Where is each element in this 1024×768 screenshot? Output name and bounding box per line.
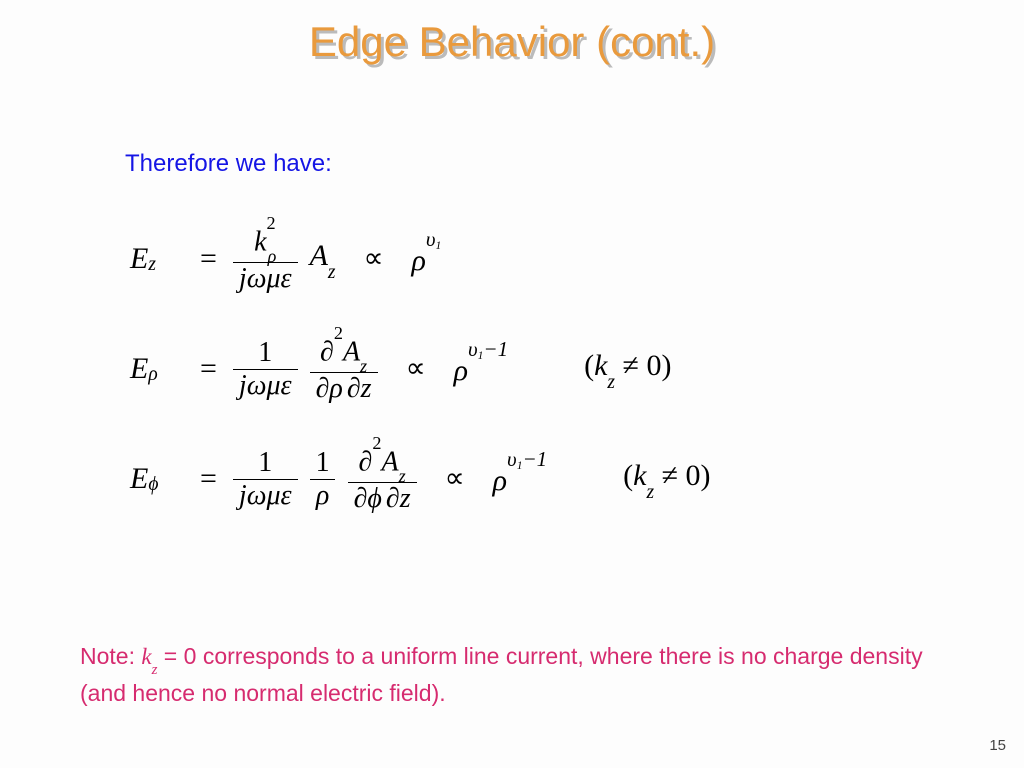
slide: Edge Behavior (cont.) Edge Behavior (con… <box>0 0 1024 768</box>
den-drho: ∂ρ <box>316 373 343 404</box>
title-area: Edge Behavior (cont.) Edge Behavior (con… <box>0 18 1024 66</box>
note-rest: corresponds to a uniform line current, w… <box>80 643 923 706</box>
note-prefix: Note: <box>80 643 141 669</box>
sub-z: z <box>399 466 406 486</box>
den-dphi: ∂ϕ <box>354 483 382 514</box>
var-rho: ρ <box>493 464 507 497</box>
den-jwme: jωμε <box>233 479 298 510</box>
note-rel: = 0 <box>157 643 196 669</box>
propto-sign: ∝ <box>406 355 426 383</box>
sub-phi: ϕ <box>148 475 158 495</box>
equations-block: Ez = k2ρ jωμε Az ∝ ρυ1 Eρ = <box>130 200 890 554</box>
sup-2: 2 <box>267 213 276 233</box>
slide-title: Edge Behavior (cont.) <box>0 18 1024 66</box>
exp-minus-1: −1 <box>483 337 508 361</box>
fraction-1-jwme: 1 jωμε <box>233 449 298 510</box>
den-jwme: jωμε <box>233 369 298 400</box>
num-1: 1 <box>252 339 278 369</box>
equation-erho: Eρ = 1 jωμε ∂2Az ∂ρ∂z ∝ ρυ1−1 (kz ≠ 0) <box>130 334 890 404</box>
num-1: 1 <box>310 449 336 479</box>
sub-z: z <box>607 372 615 393</box>
partial-sym: ∂ <box>320 336 334 367</box>
var-A: A <box>310 239 328 272</box>
equation-ez: Ez = k2ρ jωμε Az ∝ ρυ1 <box>130 224 890 294</box>
var-rho: ρ <box>454 354 468 387</box>
fraction-d2A-drhodz: ∂2Az ∂ρ∂z <box>310 335 378 403</box>
exp-sub-1: 1 <box>478 350 484 362</box>
var-k: k <box>594 349 607 382</box>
propto-sign: ∝ <box>363 245 383 273</box>
sub-z: z <box>646 482 654 503</box>
intro-text: Therefore we have: <box>125 150 332 178</box>
equals-sign: = <box>200 464 217 494</box>
den-dz: ∂z <box>347 373 372 404</box>
rel-neq: ≠ 0) <box>654 459 710 492</box>
num-1: 1 <box>252 449 278 479</box>
var-E: E <box>130 244 148 274</box>
page-number: 15 <box>989 737 1006 754</box>
fraction-1-rho: 1 ρ <box>310 449 336 510</box>
var-E: E <box>130 354 148 384</box>
equation-ephi: Eϕ = 1 jωμε 1 ρ ∂2Az ∂ϕ∂z ∝ ρυ1−1 <box>130 444 890 514</box>
condition-kz-neq-0: (kz ≠ 0) <box>584 351 671 387</box>
sub-z: z <box>360 356 367 376</box>
var-E: E <box>130 464 148 494</box>
var-A: A <box>343 336 360 367</box>
exp-minus-1: −1 <box>522 447 547 471</box>
partial-sym: ∂ <box>359 446 373 477</box>
fraction-krho: k2ρ jωμε <box>233 225 298 293</box>
equals-sign: = <box>200 244 217 274</box>
propto-sign: ∝ <box>445 465 465 493</box>
sup-2: 2 <box>334 323 343 343</box>
exp-upsilon: υ <box>426 227 436 251</box>
exp-upsilon: υ <box>507 447 517 471</box>
var-A: A <box>381 446 398 477</box>
den-jwme: jωμε <box>233 262 298 293</box>
sub-z: z <box>148 255 156 275</box>
den-rho: ρ <box>310 479 335 510</box>
sub-rho: ρ <box>148 365 157 385</box>
rel-neq: ≠ 0) <box>615 349 671 382</box>
sub-z: z <box>152 662 158 678</box>
sub-rho: ρ <box>268 246 277 266</box>
var-rho: ρ <box>412 244 426 277</box>
fraction-d2A-dphidz: ∂2Az ∂ϕ∂z <box>348 445 417 513</box>
exp-sub-1: 1 <box>517 460 523 472</box>
den-dz: ∂z <box>386 483 411 514</box>
fraction-1-jwme: 1 jωμε <box>233 339 298 400</box>
paren-open: ( <box>623 459 633 492</box>
paren-open: ( <box>584 349 594 382</box>
condition-kz-neq-0: (kz ≠ 0) <box>623 461 710 497</box>
var-k: k <box>254 226 266 257</box>
sup-2: 2 <box>372 433 381 453</box>
equals-sign: = <box>200 354 217 384</box>
var-k: k <box>141 644 151 669</box>
exp-upsilon: υ <box>468 337 478 361</box>
note-text: Note: kz = 0 corresponds to a uniform li… <box>80 640 950 709</box>
var-k: k <box>633 459 646 492</box>
sub-z: z <box>328 262 336 283</box>
exp-sub-1: 1 <box>436 240 442 252</box>
